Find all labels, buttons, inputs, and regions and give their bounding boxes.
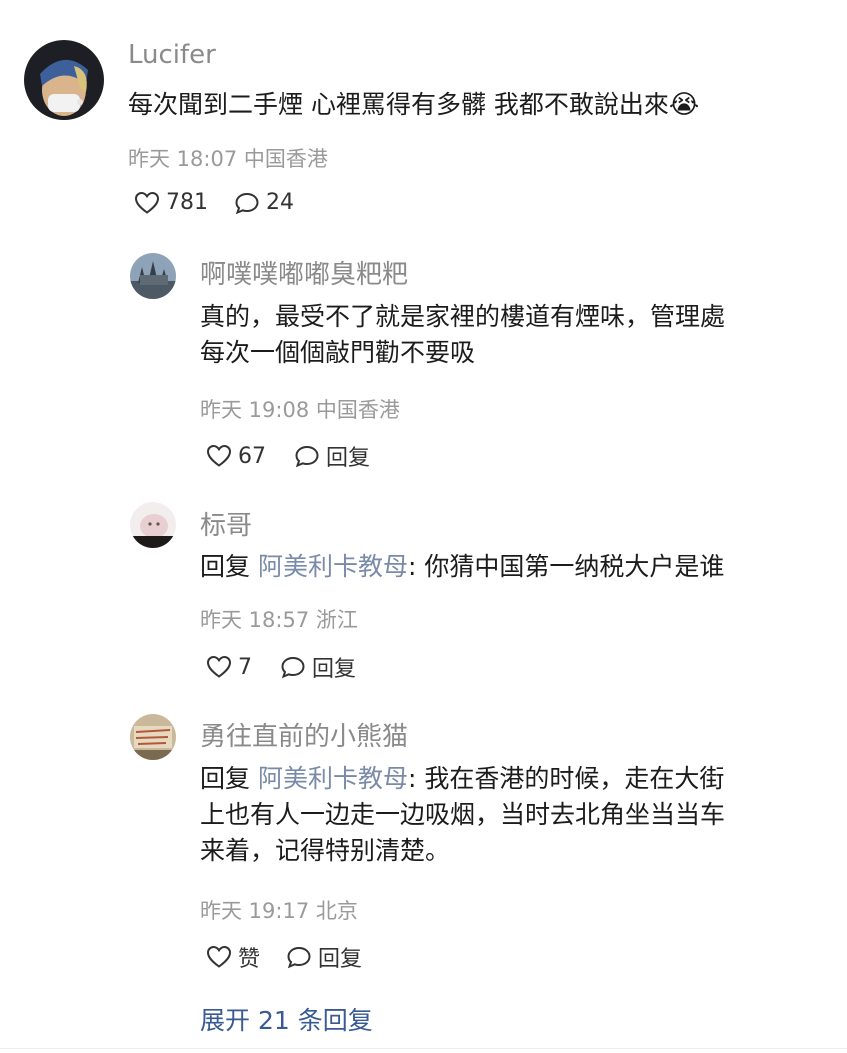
comment-text: 每次聞到二手煙 心裡罵得有多髒 我都不敢說出來😭 — [128, 87, 699, 123]
reply-1-like-count: 67 — [238, 443, 266, 469]
avatar-image — [130, 714, 176, 760]
reply-1-actions: 67 回复 — [206, 440, 370, 472]
reply-2-username[interactable]: 标哥 — [200, 505, 252, 542]
heart-icon — [206, 655, 232, 678]
reply-1-time: 昨天 19:08 — [200, 398, 310, 422]
heart-icon — [206, 444, 232, 467]
reply-2-text: 回复 阿美利卡教母: 你猜中国第一纳税大户是谁 — [200, 549, 724, 585]
comment-like-button[interactable]: 781 — [134, 190, 208, 215]
avatar-reply-1[interactable] — [130, 253, 176, 299]
reply-3-like-button[interactable]: 赞 — [206, 941, 260, 973]
reply-3-text: 回复 阿美利卡教母: 我在香港的时候，走在大街 上也有人一边走一边吸烟，当时去北… — [200, 761, 725, 869]
reply-3-like-label: 赞 — [238, 947, 261, 972]
reply-3-mention[interactable]: 阿美利卡教母 — [258, 764, 408, 793]
reply-3-line-1: 回复 阿美利卡教母: 我在香港的时候，走在大街 — [200, 761, 725, 797]
reply-2-actions: 7 回复 — [206, 651, 356, 683]
comment-location: 中国香港 — [243, 147, 328, 171]
reply-3-location: 北京 — [315, 899, 358, 923]
avatar-image — [130, 502, 176, 548]
speech-bubble-icon — [295, 445, 319, 468]
reply-3-actions: 赞 回复 — [206, 941, 362, 973]
comment-reply-button[interactable]: 24 — [234, 190, 294, 215]
comment-username[interactable]: Lucifer — [128, 40, 216, 70]
heart-icon — [134, 191, 160, 214]
reply-3-line-3: 来着，记得特别清楚。 — [200, 836, 451, 865]
comment-like-count: 781 — [166, 190, 208, 215]
heart-icon — [206, 945, 232, 968]
crying-emoji-icon: 😭 — [668, 90, 700, 120]
avatar-lucifer[interactable] — [24, 40, 104, 120]
reply-3-line-2: 上也有人一边走一边吸烟，当时去北角坐当当车 — [200, 800, 726, 829]
reply-1-meta: 昨天 19:08 中国香港 — [200, 394, 400, 424]
bottom-divider — [0, 1048, 847, 1049]
reply-1-text: 真的，最受不了就是家裡的樓道有煙味，管理處 每次一個個敲門勸不要吸 — [200, 299, 725, 371]
reply-1-location: 中国香港 — [315, 398, 400, 422]
reply-2-meta: 昨天 18:57 浙江 — [200, 604, 358, 634]
reply-3-username[interactable]: 勇往直前的小熊猫 — [200, 716, 408, 753]
expand-replies-button[interactable]: 展开 21 条回复 — [200, 1001, 373, 1037]
speech-bubble-icon — [235, 192, 259, 214]
reply-1-line-2: 每次一個個敲門勸不要吸 — [200, 338, 476, 367]
comment-time: 昨天 18:07 — [128, 147, 238, 171]
reply-1-like-button[interactable]: 67 — [206, 444, 266, 469]
reply-3-body: : 我在香港的时候，走在大街 — [407, 764, 725, 793]
reply-3-prefix: 回复 — [200, 764, 251, 793]
reply-2-like-button[interactable]: 7 — [206, 655, 252, 680]
avatar-reply-3[interactable] — [130, 714, 176, 760]
comment-reply-count: 24 — [266, 190, 294, 215]
reply-3-reply-label: 回复 — [318, 947, 363, 972]
reply-1-line-1: 真的，最受不了就是家裡的樓道有煙味，管理處 — [200, 302, 726, 331]
comment-meta: 昨天 18:07 中国香港 — [128, 143, 328, 173]
reply-2-mention[interactable]: 阿美利卡教母 — [258, 552, 408, 581]
reply-1-username[interactable]: 啊噗噗嘟嘟臭粑粑 — [200, 254, 408, 291]
reply-2-reply-label: 回复 — [312, 657, 357, 682]
reply-2-time: 昨天 18:57 — [200, 608, 310, 632]
avatar-reply-2[interactable] — [130, 502, 176, 548]
reply-2-body: : 你猜中国第一纳税大户是谁 — [407, 552, 725, 581]
reply-2-location: 浙江 — [315, 608, 358, 632]
speech-bubble-icon — [281, 656, 305, 679]
reply-2-reply-button[interactable]: 回复 — [280, 651, 356, 683]
avatar-image — [130, 253, 176, 299]
reply-3-reply-button[interactable]: 回复 — [286, 941, 362, 973]
reply-1-reply-button[interactable]: 回复 — [294, 440, 370, 472]
speech-bubble-icon — [287, 946, 311, 969]
reply-3-time: 昨天 19:17 — [200, 899, 310, 923]
reply-2-like-count: 7 — [238, 654, 252, 680]
reply-1-reply-label: 回复 — [326, 446, 371, 471]
avatar-image — [24, 40, 104, 120]
comment-actions: 781 24 — [134, 190, 294, 215]
comment-text-body: 每次聞到二手煙 心裡罵得有多髒 我都不敢說出來 — [128, 90, 669, 119]
reply-3-meta: 昨天 19:17 北京 — [200, 895, 358, 925]
reply-2-prefix: 回复 — [200, 552, 251, 581]
